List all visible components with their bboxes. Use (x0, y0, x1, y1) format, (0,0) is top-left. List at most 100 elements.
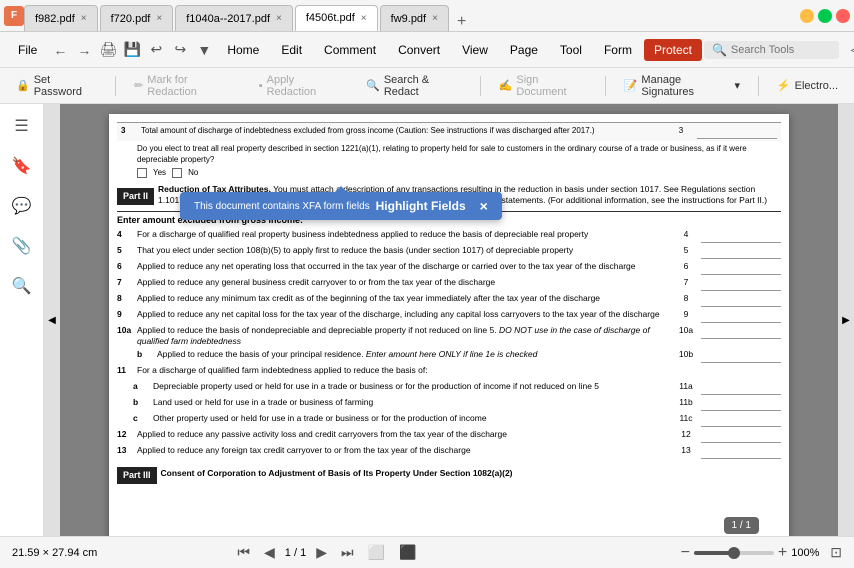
tab-f720[interactable]: f720.pdf × (100, 5, 174, 31)
toolbar-forward[interactable]: → (73, 39, 95, 61)
page-number-badge: 1 / 1 (724, 517, 759, 534)
row-3-field[interactable] (697, 125, 777, 139)
status-bar: 21.59 × 27.94 cm ⏮ ◀ 1 / 1 ▶ ⏭ ⬜ ⬛ − + 1… (0, 536, 854, 568)
yes-no-row: Do you elect to treat all real property … (117, 141, 781, 181)
minimize-button[interactable] (800, 9, 814, 23)
row-6-field[interactable] (701, 261, 781, 275)
electro-button[interactable]: ⚡ Electro... (769, 75, 846, 96)
zoom-out-button[interactable]: − (681, 544, 690, 562)
menu-edit[interactable]: Edit (271, 39, 312, 61)
row-8-field[interactable] (701, 293, 781, 307)
new-tab-button[interactable]: + (451, 13, 472, 31)
search-panel-icon[interactable]: 🔍 (8, 272, 36, 300)
row-8-label: 8 (671, 293, 701, 305)
tab-close-f720[interactable]: × (156, 13, 162, 24)
manage-signatures-label: Manage Signatures (641, 74, 730, 98)
menu-home-label[interactable]: Home (217, 39, 269, 61)
zoom-in-button[interactable]: + (778, 544, 787, 562)
comments-icon[interactable]: 💬 (8, 192, 36, 220)
single-page-view-button[interactable]: ⊡ (830, 544, 842, 561)
apply-redaction-button[interactable]: ▪ Apply Redaction (251, 70, 350, 102)
menu-view[interactable]: View (452, 39, 498, 61)
document-page: 3 Total amount of discharge of indebtedn… (109, 114, 789, 536)
tab-close-f4506t[interactable]: × (361, 13, 367, 24)
set-password-button[interactable]: 🔒 Set Password (8, 70, 105, 102)
row-12-num: 12 (117, 429, 137, 441)
left-panel-toggle[interactable]: ◀ (44, 104, 60, 536)
first-page-button[interactable]: ⏮ (233, 544, 254, 561)
menu-convert[interactable]: Convert (388, 39, 450, 61)
row-10b-field[interactable] (701, 349, 781, 363)
toolbar-undo[interactable]: ↩ (145, 39, 167, 61)
sign-document-button[interactable]: ✍ Sign Document (491, 70, 595, 102)
row-8-text: Applied to reduce any minimum tax credit… (137, 293, 671, 304)
row-13-field[interactable] (701, 445, 781, 459)
tab-fw9[interactable]: fw9.pdf × (380, 5, 449, 31)
pages-icon[interactable]: ☰ (8, 112, 36, 140)
toolbar-redo[interactable]: ↪ (169, 39, 191, 61)
document-scroll[interactable]: This document contains XFA form fields H… (60, 104, 838, 536)
right-panel-toggle[interactable]: ▶ (838, 104, 854, 536)
row-12-text: Applied to reduce any passive activity l… (137, 429, 671, 440)
popup-close-button[interactable]: × (480, 198, 488, 214)
apply-icon: ▪ (259, 80, 263, 92)
fit-page-button[interactable]: ⬛ (395, 544, 420, 561)
last-page-button[interactable]: ⏭ (337, 544, 358, 561)
row-12-field[interactable] (701, 429, 781, 443)
menu-form[interactable]: Form (594, 39, 642, 61)
row-5-text: That you elect under section 108(b)(5) t… (137, 245, 671, 256)
row-11c-field[interactable] (701, 413, 781, 427)
tab-label: f720.pdf (111, 13, 151, 25)
tab-f1040a[interactable]: f1040a--2017.pdf × (175, 5, 293, 31)
nav-back-btn[interactable]: ◁ (845, 39, 854, 61)
prev-page-button[interactable]: ◀ (260, 544, 279, 561)
tab-close-f1040a[interactable]: × (276, 13, 282, 24)
row-13-num: 13 (117, 445, 137, 457)
row-9-num: 9 (117, 309, 137, 321)
menu-search-area[interactable]: 🔍 (704, 41, 839, 59)
menu-comment[interactable]: Comment (314, 39, 386, 61)
row-11b: b Land used or held for use in a trade o… (117, 397, 781, 411)
attachments-icon[interactable]: 📎 (8, 232, 36, 260)
row-10a-field[interactable] (701, 325, 781, 339)
no-label: No (188, 167, 198, 178)
bookmark-icon[interactable]: 🔖 (8, 152, 36, 180)
tab-f4506t[interactable]: f4506t.pdf × (295, 5, 378, 31)
menu-page[interactable]: Page (500, 39, 548, 61)
row-7-field[interactable] (701, 277, 781, 291)
search-input[interactable] (731, 44, 831, 56)
menu-file[interactable]: File (8, 39, 47, 61)
search-redact-button[interactable]: 🔍 Search & Redact (358, 70, 470, 102)
row-11a-field[interactable] (701, 381, 781, 395)
manage-signatures-button[interactable]: 📝 Manage Signatures ▾ (616, 70, 748, 102)
row-11b-field[interactable] (701, 397, 781, 411)
row-13-label: 13 (671, 445, 701, 457)
toolbar-back[interactable]: ← (49, 39, 71, 61)
no-checkbox[interactable] (172, 168, 182, 178)
toolbar-dropdown[interactable]: ▼ (193, 39, 215, 61)
toolbar-separator-1 (115, 76, 116, 96)
row-5-field[interactable] (701, 245, 781, 259)
tab-f982[interactable]: f982.pdf × (24, 5, 98, 31)
row-4-field[interactable] (701, 229, 781, 243)
zoom-slider-thumb[interactable] (728, 547, 740, 559)
maximize-button[interactable] (818, 9, 832, 23)
yes-checkbox[interactable] (137, 168, 147, 178)
row-8: 8 Applied to reduce any minimum tax cred… (117, 293, 781, 307)
fit-width-button[interactable]: ⬜ (364, 544, 389, 561)
row-9-field[interactable] (701, 309, 781, 323)
next-page-button[interactable]: ▶ (312, 544, 331, 561)
mark-redaction-label: Mark for Redaction (147, 74, 234, 98)
tab-close-fw9[interactable]: × (432, 13, 438, 24)
menu-protect[interactable]: Protect (644, 39, 702, 61)
menu-tool[interactable]: Tool (550, 39, 592, 61)
toolbar-print[interactable]: 🖨 (97, 39, 119, 61)
tab-close-f982[interactable]: × (81, 13, 87, 24)
close-button[interactable] (836, 9, 850, 23)
mark-redaction-button[interactable]: ✏ Mark for Redaction (126, 70, 243, 102)
row-3-area: 3 Total amount of discharge of indebtedn… (117, 122, 781, 141)
yes-label: Yes (153, 167, 166, 178)
zoom-slider[interactable] (694, 551, 774, 555)
current-page: 1 (285, 547, 291, 559)
toolbar-save[interactable]: 💾 (121, 39, 143, 61)
